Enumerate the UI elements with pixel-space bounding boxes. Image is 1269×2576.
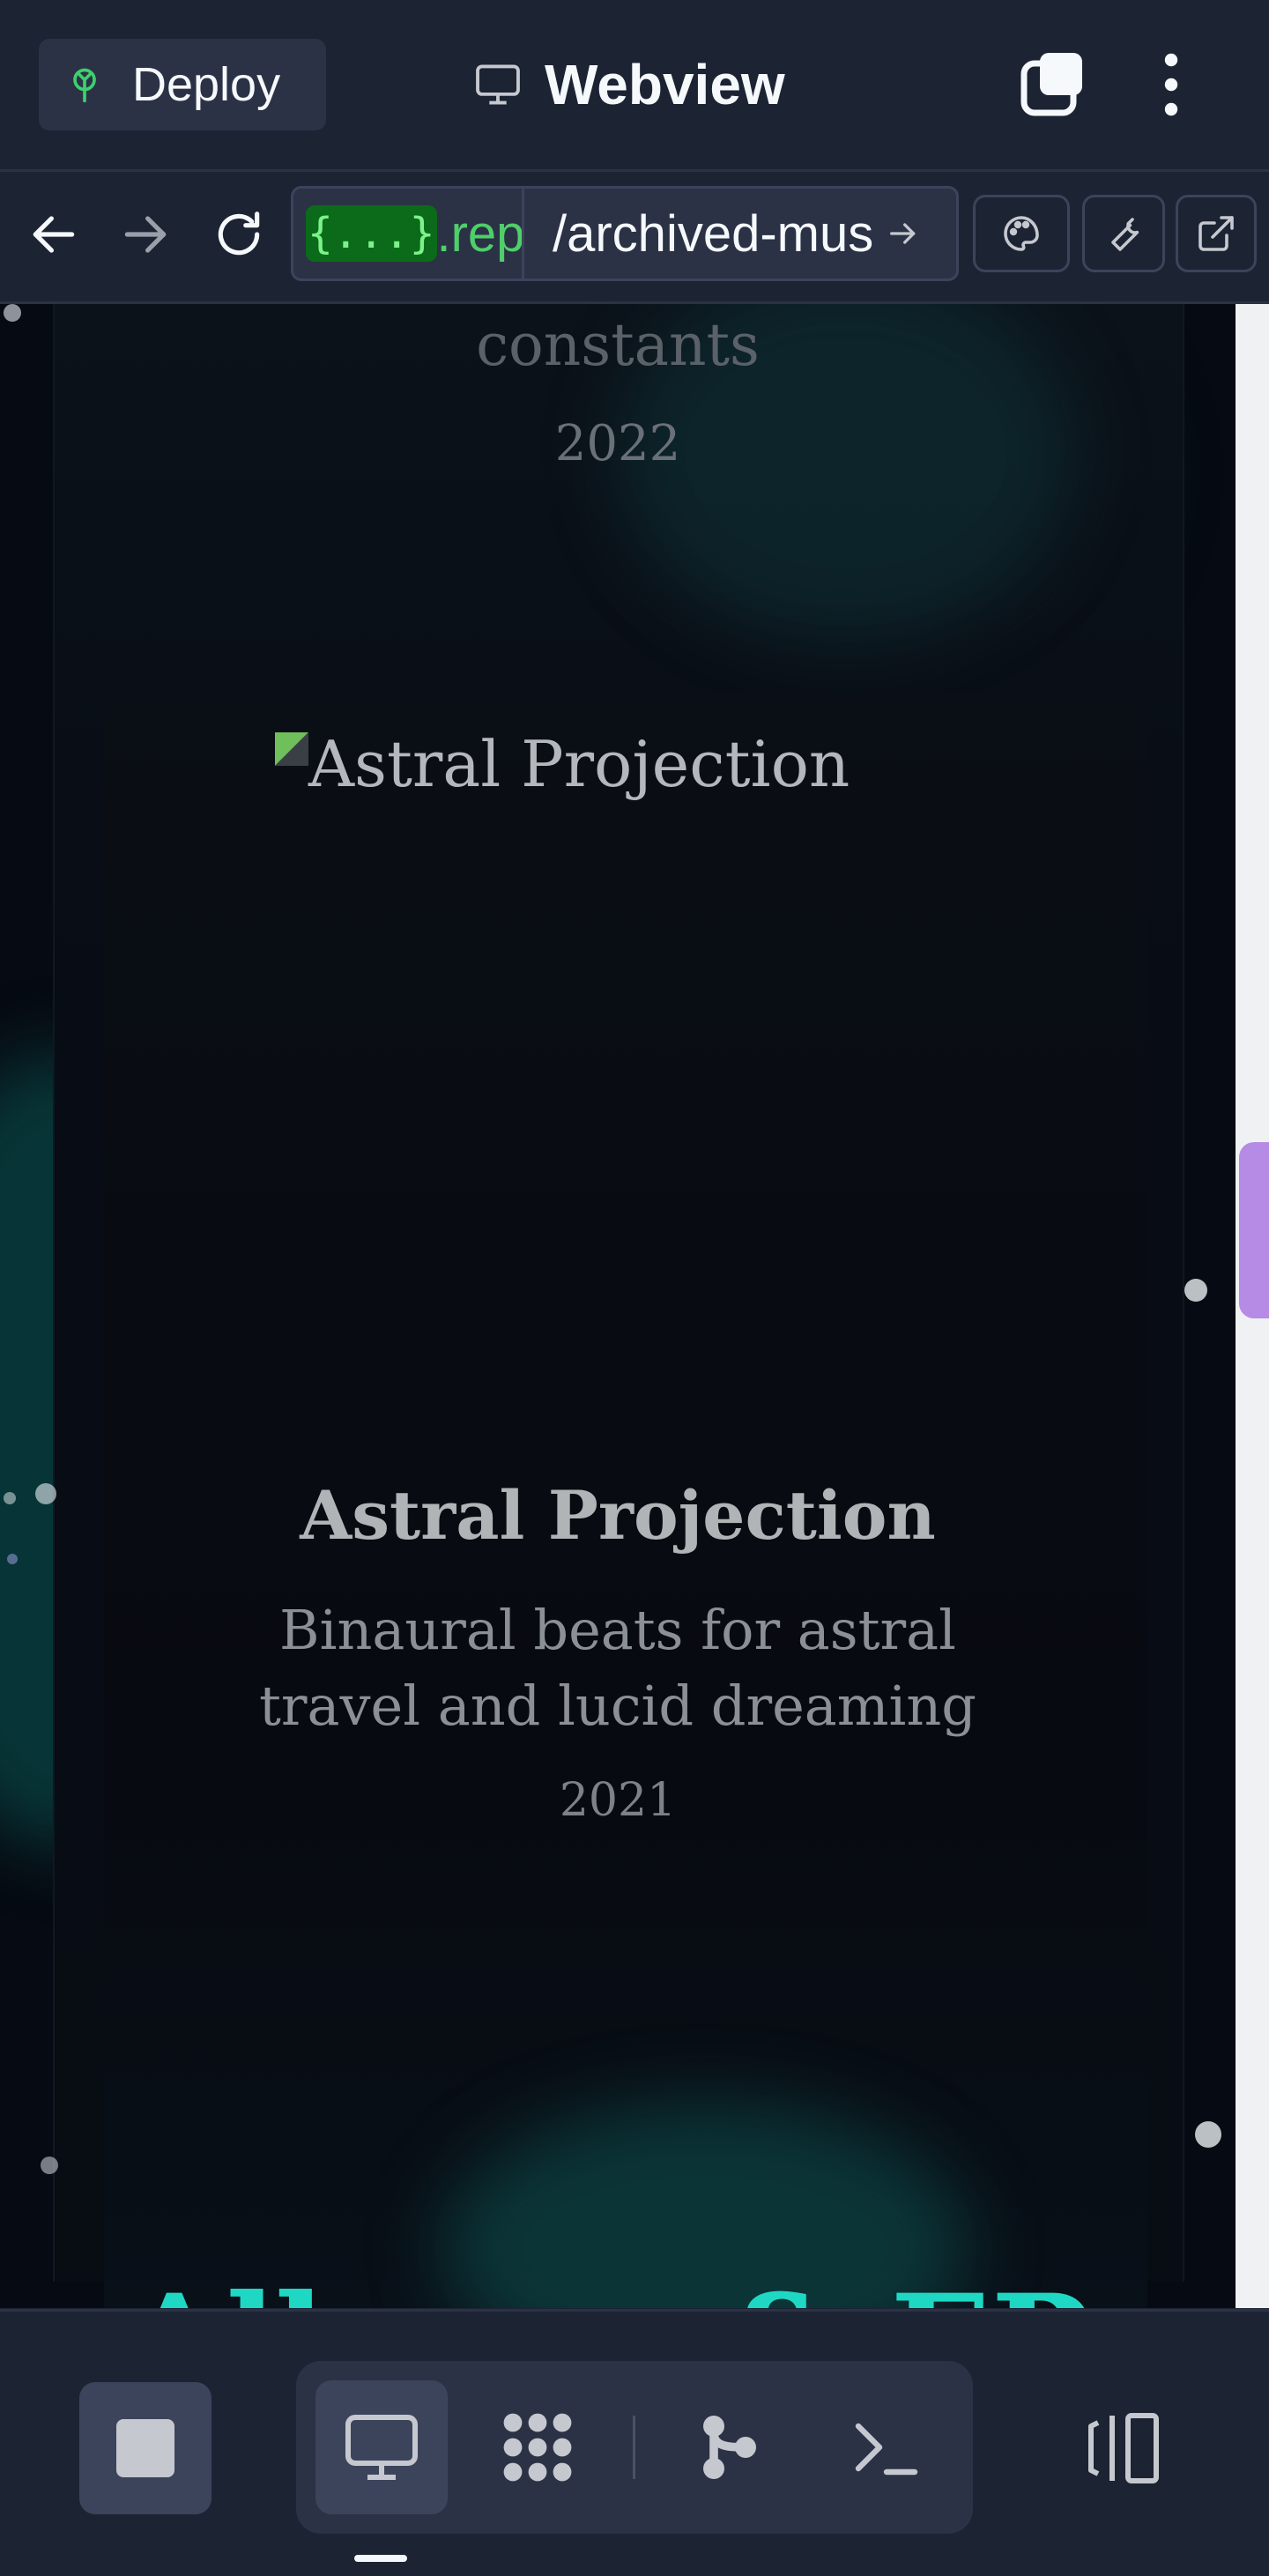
open-new-tab-button[interactable] — [1176, 195, 1257, 272]
external-link-icon — [1198, 216, 1234, 251]
home-indicator — [354, 2555, 407, 2562]
bottom-dock — [0, 2309, 1269, 2576]
section-heading: Albums & EPs — [123, 2266, 1165, 2308]
scrollbar-thumb[interactable] — [1239, 1142, 1269, 1318]
star-particle — [4, 1492, 16, 1504]
album-cover-alt-text: Astral Projection — [308, 727, 850, 801]
tool-separator — [633, 2416, 635, 2479]
previous-album-year: 2022 — [554, 415, 681, 472]
tool-switcher — [296, 2361, 973, 2534]
tabs-icon[interactable] — [1019, 51, 1086, 118]
deploy-label: Deploy — [132, 58, 281, 111]
star-particle — [41, 2157, 58, 2174]
panels-icon[interactable] — [1082, 2409, 1163, 2488]
devtools-button[interactable] — [1082, 195, 1165, 272]
album-cover-image: Astral Projection — [275, 727, 850, 801]
star-particle — [35, 1483, 56, 1504]
back-icon[interactable] — [26, 207, 81, 262]
webview-icon[interactable] — [339, 2405, 424, 2490]
star-particle — [1184, 1279, 1207, 1302]
url-field[interactable]: {...}.repl /archived-mus — [291, 186, 959, 281]
webview-content[interactable]: constants 2022 Astral Projection Astral … — [0, 304, 1236, 2308]
star-particle — [1195, 2121, 1221, 2148]
url-badge: {...} — [306, 205, 437, 262]
packager-icon[interactable] — [495, 2405, 580, 2490]
devtools-theme-button[interactable] — [973, 195, 1070, 272]
kebab-icon[interactable] — [1146, 49, 1197, 120]
palette-icon — [1004, 216, 1039, 251]
url-go-icon[interactable] — [886, 216, 921, 251]
stop-icon — [116, 2419, 174, 2477]
album-year: 2021 — [559, 1774, 677, 1827]
deploy-button[interactable]: Deploy — [39, 39, 326, 130]
url-domain: {...}.repl — [293, 189, 524, 278]
reload-icon[interactable] — [212, 207, 266, 262]
webview-toolbar: {...}.repl /archived-mus — [0, 172, 1269, 304]
previous-album-title: constants — [476, 311, 760, 379]
forward-icon[interactable] — [118, 207, 173, 262]
pane-title-label: Webview — [545, 53, 785, 116]
pane-title: Webview — [472, 46, 785, 123]
stop-button[interactable] — [79, 2382, 212, 2514]
shell-icon[interactable] — [844, 2405, 929, 2490]
album-title: Astral Projection — [300, 1476, 936, 1555]
monitor-icon — [476, 64, 520, 105]
broken-image-icon — [275, 732, 308, 766]
git-icon[interactable] — [686, 2405, 770, 2490]
star-particle — [7, 1554, 18, 1564]
url-host: .repl — [436, 204, 524, 263]
workspace-header: Deploy Webview — [0, 0, 1269, 172]
star-particle — [4, 304, 21, 322]
album-description: Binaural beats for astral travel and luc… — [259, 1598, 976, 1738]
wrench-icon — [1111, 218, 1139, 251]
url-path: /archived-mus — [553, 204, 874, 263]
deploy-icon — [73, 68, 96, 103]
